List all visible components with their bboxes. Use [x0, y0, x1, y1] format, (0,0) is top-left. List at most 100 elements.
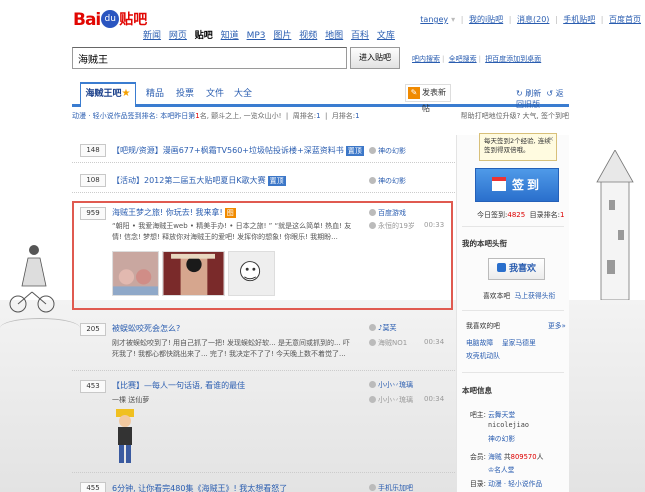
table-row[interactable]: 148 【吧规/资源】漫画677+枫霜TV560+垃圾帖投诉楼+深蓝资料书 置顶 …	[72, 135, 455, 163]
last-reply[interactable]: 小小丷琉璃	[369, 395, 413, 405]
close-icon[interactable]: ×	[548, 135, 554, 144]
reply-icon	[369, 396, 376, 403]
mobile-tieba-link[interactable]: 手机贴吧	[563, 15, 595, 24]
calendar-icon	[491, 177, 506, 191]
thread-title[interactable]: 被蜈蚣咬死会怎么?	[112, 323, 180, 334]
fav-bar-link[interactable]: 攻壳机动队	[466, 352, 500, 360]
star-icon: ★	[121, 88, 131, 99]
sign-rank-bar: 动漫 · 轻小说作品签到排名: 本吧昨日第1名, 颤斗之上, 一览众山小! | …	[72, 111, 569, 121]
user-icon	[369, 381, 376, 388]
table-row[interactable]: 205 被蜈蚣咬死会怎么? ♪莫芙 海贼NO1 00:34 刚才被蜈蚣咬到了! …	[72, 318, 455, 371]
members-info: 会员: 海贼 共809570人	[470, 453, 544, 461]
search-input[interactable]	[72, 47, 347, 69]
reply-count: 148	[80, 144, 106, 157]
thread-author[interactable]: 手机乐加吧	[369, 483, 413, 492]
my-itieba-link[interactable]: 我的i贴吧	[469, 15, 503, 24]
add-to-desktop-link[interactable]: 把百度添加到桌面	[485, 55, 541, 63]
baidu-tieba-logo[interactable]: Bai du 贴吧	[73, 10, 147, 32]
logo-tieba: 贴吧	[119, 12, 148, 28]
nav-mp3[interactable]: MP3	[247, 31, 266, 41]
thread-author[interactable]: ♪莫芙	[369, 323, 396, 333]
back-icon: ↺	[546, 89, 554, 98]
nav-web[interactable]: 网页	[169, 31, 187, 41]
thread-author[interactable]: 神の幻影	[369, 146, 406, 156]
owner-link[interactable]: 云舞天堂	[488, 409, 515, 419]
table-row[interactable]: 108 【活动】2012第二届五大贴吧夏日K歌大赛 置顶 神の幻影	[72, 163, 455, 193]
thread-author[interactable]: 神の幻影	[369, 176, 406, 186]
thread-title[interactable]: 【吧规/资源】漫画677+枫霜TV560+垃圾帖投诉楼+深蓝资料书 置顶	[112, 145, 364, 156]
owner-link[interactable]: nicolejiao	[488, 421, 529, 429]
user-icon	[369, 177, 376, 184]
thread-author[interactable]: 小小丷琉璃	[369, 380, 413, 390]
nav-wenku[interactable]: 文库	[377, 31, 395, 41]
messages-link[interactable]: 消息(20)	[517, 15, 549, 24]
search-all-bars-link[interactable]: 全吧搜索	[449, 55, 477, 63]
tab-files[interactable]: 文件	[206, 86, 224, 99]
background-hill	[0, 318, 80, 338]
refresh-links: ↻ 刷新 ↺ 返回旧版	[516, 88, 569, 110]
owner-link[interactable]: 神の幻影	[488, 433, 515, 443]
tab-bar-home[interactable]: 海贼王吧★	[80, 82, 136, 107]
like-button[interactable]: 我喜欢	[488, 258, 545, 280]
thread-title[interactable]: 6分钟, 让你看完480集《海贼王》! 我太想看怒了	[112, 483, 287, 492]
hall-of-fame-link[interactable]: ♔名人堂	[488, 464, 514, 474]
more-link[interactable]: 更多»	[548, 320, 566, 330]
last-reply[interactable]: 海贼NO1	[369, 338, 407, 348]
thread-summary: 刚才被蜈蚣咬到了! 用自己抓了一把! 发现蜈蚣好软... 是无意间或抓到的...…	[112, 339, 350, 358]
nav-map[interactable]: 地图	[325, 31, 343, 41]
reply-time: 00:34	[424, 338, 445, 346]
castle-illustration	[596, 150, 634, 300]
nav-video[interactable]: 视频	[299, 31, 317, 41]
tab-bar: 海贼王吧★ 精品 投票 文件 大全 ✎ 发表新帖 ↻ 刷新 ↺ 返回旧版	[72, 80, 569, 113]
directory-info: 目录: 动漫 · 轻小说作品	[470, 480, 543, 488]
table-row[interactable]: 453 【比赛】—每人一句话语, 看谁的最佳 小小丷琉璃 小小丷琉璃 00:34…	[72, 375, 455, 473]
reply-count: 205	[80, 323, 106, 336]
highlighted-thread-frame	[72, 201, 453, 310]
nav-zhidao[interactable]: 知道	[221, 31, 239, 41]
pinned-badge: 置顶	[267, 176, 286, 186]
search-in-bar-link[interactable]: 吧内搜索	[412, 55, 440, 63]
nav-news[interactable]: 新闻	[143, 31, 161, 41]
refresh-icon: ↻	[516, 89, 523, 98]
fav-bar-link[interactable]: 电脑故障	[466, 339, 493, 347]
nav-images[interactable]: 图片	[273, 31, 291, 41]
search-links: 吧内搜索 | 全吧搜索 | 把百度添加到桌面	[412, 55, 542, 63]
reply-count: 453	[80, 380, 106, 393]
user-icon	[369, 147, 376, 154]
reply-count: 108	[80, 174, 106, 187]
owners-label: 吧主:	[470, 411, 486, 419]
dropdown-icon[interactable]: ▾	[451, 15, 455, 24]
sign-in-button[interactable]: 签到	[475, 168, 559, 202]
paw-icon: du	[101, 10, 120, 28]
user-bar: tangey ▾ | 我的i贴吧 | 消息(20) | 手机贴吧 | 百度首页	[420, 15, 641, 24]
reply-icon	[369, 339, 376, 346]
thread-summary: 一棵 送仙萝	[112, 396, 150, 404]
thumbnail-image[interactable]	[112, 407, 138, 465]
tab-featured[interactable]: 精品	[146, 86, 164, 99]
girl-bicycle-illustration	[9, 245, 55, 313]
enter-bar-button[interactable]: 进入贴吧	[350, 47, 400, 69]
reply-time: 00:34	[424, 395, 445, 403]
sign-tooltip: 每天签到2个经验, 连续签到得双倍哦。 ×	[479, 133, 557, 161]
tab-directory[interactable]: 大全	[234, 86, 252, 99]
pinned-badge: 置顶	[345, 146, 364, 156]
nav-tieba[interactable]: 贴吧	[195, 31, 213, 41]
top-nav: 新闻 网页 贴吧 知道 MP3 图片 视频 地图 百科 文库	[143, 28, 400, 41]
new-post-button[interactable]: ✎ 发表新帖	[405, 84, 451, 113]
username-link[interactable]: tangey	[420, 15, 448, 24]
table-row[interactable]: 455 6分钟, 让你看完480集《海贼王》! 我太想看怒了 手机乐加吧	[72, 481, 455, 492]
refresh-link[interactable]: 刷新	[525, 89, 541, 98]
pen-icon: ✎	[408, 87, 420, 99]
user-icon	[369, 484, 376, 491]
nav-baike[interactable]: 百科	[351, 31, 369, 41]
heart-icon	[496, 263, 506, 272]
help-sign-link[interactable]: 帮助打吧地位升级? 大气, 签个到吧	[461, 111, 569, 121]
tab-vote[interactable]: 投票	[176, 86, 194, 99]
user-icon	[369, 324, 376, 331]
thread-title[interactable]: 【比赛】—每人一句话语, 看谁的最佳	[112, 380, 245, 391]
fav-bar-link[interactable]: 皇家马德里	[502, 339, 536, 347]
thread-title[interactable]: 【活动】2012第二届五大贴吧夏日K歌大赛 置顶	[112, 175, 286, 186]
my-head-title: 我的本吧头衔	[462, 239, 507, 248]
baidu-home-link[interactable]: 百度首页	[609, 15, 641, 24]
like-hint: 喜欢本吧 马上获得头衔	[483, 292, 556, 300]
